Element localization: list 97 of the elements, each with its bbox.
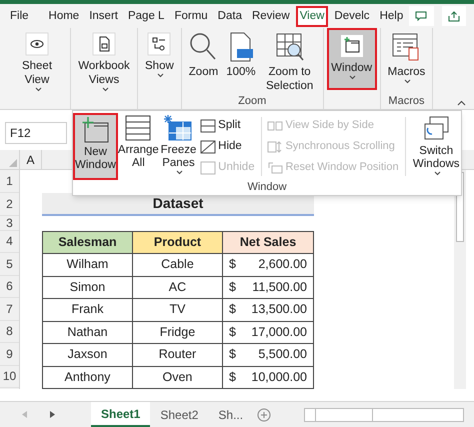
- macros-icon: [391, 32, 422, 62]
- scroll-left-icon[interactable]: [22, 411, 27, 418]
- ribbon-tab[interactable]: View: [296, 6, 328, 26]
- name-box[interactable]: F12: [5, 122, 67, 144]
- amount-text: 13,500.00: [251, 301, 307, 318]
- ribbon-tab[interactable]: Review: [248, 6, 294, 26]
- ribbon-button[interactable]: Zoom to Selection: [260, 28, 320, 95]
- table-cell: Anthony: [43, 366, 133, 388]
- document-icon: [92, 32, 116, 56]
- page-icon: [228, 32, 254, 62]
- row-header[interactable]: 6: [0, 276, 19, 298]
- table-cell: Simon: [43, 276, 133, 298]
- ribbon-tab[interactable]: Develc: [330, 6, 374, 26]
- share-icon: [448, 10, 460, 22]
- amount-text: 10,000.00: [251, 368, 307, 386]
- ribbon-tab[interactable]: Formu: [170, 6, 212, 26]
- sheet-tab[interactable]: Sh...: [208, 402, 254, 427]
- row-header[interactable]: 5: [0, 253, 19, 276]
- new-window-icon: [340, 34, 364, 58]
- ribbon-tab[interactable]: Data: [214, 6, 246, 26]
- ribbon-button[interactable]: Workbook Views: [74, 28, 134, 109]
- ribbon-button[interactable]: Window: [326, 28, 377, 90]
- table-cell: Cable: [132, 254, 223, 276]
- amount-text: 2,600.00: [258, 256, 307, 273]
- row-header[interactable]: 1: [0, 170, 19, 193]
- ribbon-tab[interactable]: Page L: [124, 6, 168, 26]
- ribbon-button[interactable]: Macros: [384, 28, 430, 95]
- ribbon-tab[interactable]: Insert: [85, 6, 122, 26]
- currency-symbol: $: [228, 301, 236, 318]
- sync-scroll-icon: [267, 140, 284, 152]
- ribbon-tab[interactable]: Help: [376, 6, 408, 26]
- table-cell: Wilham: [43, 254, 133, 276]
- amount-text: 11,500.00: [252, 278, 307, 296]
- table-cell: AC: [132, 276, 223, 298]
- split-icon: [200, 118, 216, 132]
- hide-icon: [200, 140, 216, 154]
- table-cell: Oven: [132, 366, 223, 388]
- currency-symbol: $: [228, 324, 236, 340]
- currency-symbol: $: [228, 368, 236, 386]
- share-button[interactable]: [442, 6, 466, 26]
- row-header[interactable]: 7: [0, 298, 19, 320]
- amount-text: 5,500.00: [258, 346, 307, 363]
- table-cell: TV: [132, 299, 223, 320]
- switch-windows-button[interactable]: Switch Windows: [411, 113, 462, 180]
- table-cell: Frank: [43, 299, 133, 320]
- row-header[interactable]: 10: [0, 366, 19, 388]
- vertical-scrollbar[interactable]: [454, 170, 466, 389]
- eye-icon: [25, 32, 49, 56]
- unhide-icon: [200, 160, 216, 174]
- row-header[interactable]: 3: [0, 216, 19, 230]
- amount-text: 17,000.00: [251, 324, 307, 340]
- row-header[interactable]: 9: [0, 343, 19, 366]
- search-icon: [189, 32, 218, 62]
- table-header: Salesman: [43, 232, 133, 253]
- table-header: Net Sales: [223, 232, 313, 253]
- column-header[interactable]: A: [20, 150, 42, 169]
- table-header: Product: [133, 232, 223, 253]
- checklist-icon: [147, 32, 172, 56]
- table-cell: Router: [132, 344, 223, 366]
- side-by-side-icon: [267, 120, 284, 132]
- window-menu-button[interactable]: New Window: [73, 113, 118, 180]
- comments-button[interactable]: [409, 6, 434, 26]
- scroll-right-icon[interactable]: [50, 411, 55, 418]
- zoom-selection-icon: [274, 32, 305, 62]
- sheet-tab[interactable]: Sheet1: [91, 402, 150, 427]
- row-header[interactable]: 2: [0, 193, 19, 216]
- ribbon-tab[interactable]: Home: [44, 6, 84, 26]
- select-all-icon: [9, 159, 17, 167]
- table-cell: Jaxson: [43, 344, 133, 366]
- window-menu-button[interactable]: Arrange All: [118, 113, 159, 180]
- group-label: Macros: [387, 95, 426, 108]
- row-header[interactable]: 4: [0, 230, 19, 253]
- horizontal-scrollbar[interactable]: [304, 408, 464, 422]
- collapse-icon: [457, 100, 466, 106]
- comment-icon: [415, 11, 428, 21]
- group-label: Zoom: [237, 95, 268, 108]
- table-cell: Nathan: [43, 322, 133, 343]
- freeze-panes-icon: [163, 114, 194, 142]
- currency-symbol: $: [228, 256, 236, 273]
- window-menu-button[interactable]: Hide: [200, 137, 255, 156]
- row-header[interactable]: 8: [0, 320, 19, 343]
- ribbon-button[interactable]: Sheet View: [7, 28, 67, 109]
- arrange-icon: [124, 114, 152, 142]
- group-label: Window: [246, 180, 288, 194]
- currency-symbol: $: [228, 346, 236, 363]
- sheet-tab[interactable]: Sheet2: [150, 402, 208, 427]
- ribbon-button[interactable]: 100%: [222, 28, 260, 95]
- reset-position-icon: [267, 162, 284, 174]
- ribbon-tab[interactable]: File: [6, 6, 33, 26]
- table-cell: Fridge: [132, 322, 223, 343]
- window-menu-button[interactable]: Split: [200, 116, 255, 135]
- ribbon-button[interactable]: Show: [141, 28, 178, 109]
- new-window-icon: [80, 116, 110, 144]
- window-menu-button[interactable]: Freeze Panes: [158, 113, 198, 180]
- add-sheet-icon[interactable]: [257, 408, 272, 422]
- currency-symbol: $: [228, 278, 236, 296]
- ribbon-button[interactable]: Zoom: [184, 28, 222, 95]
